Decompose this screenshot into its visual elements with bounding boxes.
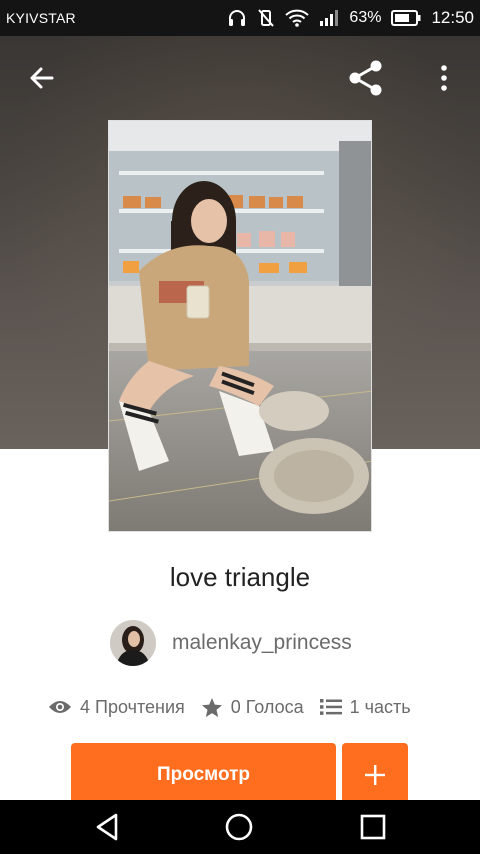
nav-recents-icon [360,814,386,840]
read-button[interactable]: Просмотр [71,743,336,807]
nav-back-icon [96,813,118,841]
eye-icon [49,701,71,713]
nav-home-button[interactable] [219,807,259,847]
system-nav-bar [0,800,480,854]
battery-percent: 63% [349,9,382,26]
votes-stat: 0 Голоса [201,697,304,718]
nav-recents-button[interactable] [353,807,393,847]
headphones-icon [227,9,247,27]
list-icon [319,699,342,715]
nav-home-icon [225,813,253,841]
share-icon [349,60,382,96]
battery-icon [391,10,421,26]
arrow-back-icon [30,67,54,89]
votes-count: 0 Голоса [230,696,304,717]
read-button-label: Просмотр [156,764,251,785]
signal-icon [319,9,339,27]
reads-stat: 4 Прочтения [48,697,185,718]
carrier-name: KYIVSTAR [6,10,76,26]
status-bar: KYIVSTAR 63% 12:50 [0,0,480,36]
star-icon [201,697,222,717]
more-options-button[interactable] [424,58,464,98]
story-stats: 4 Прочтения 0 Голоса 1 часть [48,694,411,720]
clock: 12:50 [431,8,474,27]
plus-icon [365,765,385,785]
parts-stat: 1 часть [319,696,411,718]
back-button[interactable] [22,58,62,98]
wifi-icon [285,9,310,27]
vibrate-off-icon [257,8,275,28]
story-title: love triangle [169,562,311,592]
status-icons: 63% 12:50 [227,8,474,28]
add-to-library-button[interactable] [342,743,408,807]
reads-count: 4 Прочтения [80,696,185,717]
author-link[interactable]: malenkay_princess [110,620,352,666]
story-cover-image[interactable] [108,120,372,532]
nav-back-button[interactable] [87,807,127,847]
parts-count: 1 часть [349,696,411,717]
author-avatar[interactable] [110,620,156,666]
share-button[interactable] [346,58,386,98]
more-vertical-icon [441,65,447,91]
author-name[interactable]: malenkay_princess [172,631,352,655]
